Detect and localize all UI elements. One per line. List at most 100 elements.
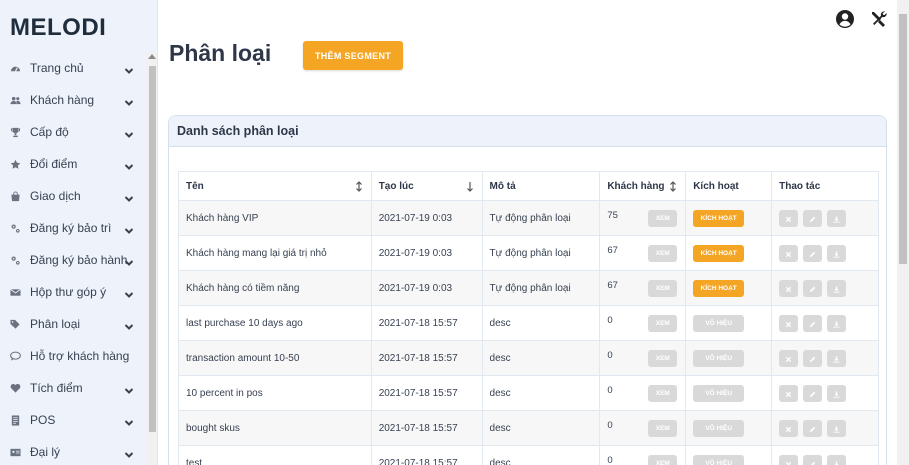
customer-count: 67 xyxy=(607,280,618,291)
activation-toggle-button[interactable]: VÔ HIỆU xyxy=(693,314,745,332)
description: Tự động phân loại xyxy=(481,235,601,271)
close-icon xyxy=(785,386,792,401)
comment-icon xyxy=(9,350,21,362)
activation-toggle-button[interactable]: VÔ HIỆU xyxy=(693,419,745,437)
tools-icon[interactable] xyxy=(869,9,889,29)
download-button[interactable] xyxy=(827,384,847,402)
actions-cell xyxy=(771,235,879,271)
delete-button[interactable] xyxy=(779,454,799,465)
close-icon xyxy=(785,351,792,366)
table-row: Khách hàng VIP 2021-07-19 0:03 Tự động phâ… xyxy=(178,200,879,236)
delete-button[interactable] xyxy=(779,314,799,332)
close-icon xyxy=(785,421,792,436)
sidebar-item-8[interactable]: Phân loại xyxy=(0,308,146,340)
page-scrollbar-thumb[interactable] xyxy=(899,14,907,264)
sidebar-item-3[interactable]: Đổi điểm xyxy=(0,148,146,180)
activation-toggle-button[interactable]: VÔ HIỆU xyxy=(693,454,745,465)
chevron-down-icon[interactable] xyxy=(124,191,134,202)
add-segment-button[interactable]: THÊM SEGMENT xyxy=(303,41,403,70)
view-button[interactable]: XEM xyxy=(648,350,678,367)
close-icon xyxy=(785,211,792,226)
download-button[interactable] xyxy=(827,349,847,367)
edit-button[interactable] xyxy=(803,244,823,262)
pencil-icon xyxy=(809,246,816,261)
chevron-down-icon[interactable] xyxy=(124,255,134,266)
activation-cell: VÔ HIỆU xyxy=(685,340,773,376)
column-header-created[interactable]: Tạo lúc xyxy=(370,171,483,201)
sidebar-item-10[interactable]: Tích điểm xyxy=(0,372,146,404)
sidebar-item-label: Đổi điểm xyxy=(30,157,78,171)
activation-toggle-button[interactable]: KÍCH HOẠT xyxy=(693,279,745,297)
view-button[interactable]: XEM xyxy=(648,245,678,262)
download-icon xyxy=(833,211,840,226)
description: desc xyxy=(481,375,601,411)
sidebar-scrollbar-thumb[interactable] xyxy=(149,66,156,432)
edit-button[interactable] xyxy=(803,209,823,227)
sidebar-scroll-up-arrow[interactable] xyxy=(148,54,156,59)
sidebar-item-4[interactable]: Giao dịch xyxy=(0,180,146,212)
view-button[interactable]: XEM xyxy=(648,420,678,437)
download-button[interactable] xyxy=(827,419,847,437)
download-button[interactable] xyxy=(827,244,847,262)
view-button[interactable]: XEM xyxy=(648,385,678,402)
view-button[interactable]: XEM xyxy=(648,315,678,332)
sidebar-item-1[interactable]: Khách hàng xyxy=(0,84,146,116)
edit-button[interactable] xyxy=(803,279,823,297)
download-button[interactable] xyxy=(827,209,847,227)
sidebar-item-11[interactable]: POS xyxy=(0,404,146,436)
sort-both-icon[interactable] xyxy=(355,181,363,192)
chevron-down-icon[interactable] xyxy=(124,415,134,426)
delete-button[interactable] xyxy=(779,209,799,227)
customer-count: 0 xyxy=(607,350,613,361)
sidebar-item-7[interactable]: Hộp thư góp ý xyxy=(0,276,146,308)
customers-cell: 0 XEM xyxy=(599,445,687,465)
delete-button[interactable] xyxy=(779,279,799,297)
edit-button[interactable] xyxy=(803,384,823,402)
view-button[interactable]: XEM xyxy=(648,455,678,465)
activation-cell: VÔ HIỆU xyxy=(685,305,773,341)
user-circle-icon[interactable] xyxy=(835,9,855,29)
edit-button[interactable] xyxy=(803,454,823,465)
delete-button[interactable] xyxy=(779,349,799,367)
view-button[interactable]: XEM xyxy=(648,210,678,227)
delete-button[interactable] xyxy=(779,384,799,402)
chevron-down-icon[interactable] xyxy=(124,63,134,74)
activation-toggle-button[interactable]: KÍCH HOẠT xyxy=(693,244,745,262)
download-button[interactable] xyxy=(827,314,847,332)
view-button[interactable]: XEM xyxy=(648,280,678,297)
pencil-icon xyxy=(809,316,816,331)
column-header-customers[interactable]: Khách hàng xyxy=(599,171,687,201)
sidebar-item-0[interactable]: Trang chủ xyxy=(0,52,146,84)
activation-toggle-button[interactable]: VÔ HIỆU xyxy=(693,384,745,402)
sort-desc-icon[interactable] xyxy=(466,181,474,192)
sidebar-item-12[interactable]: Đại lý xyxy=(0,436,146,465)
sort-both-icon[interactable] xyxy=(669,181,677,192)
activation-toggle-button[interactable]: VÔ HIỆU xyxy=(693,349,745,367)
edit-button[interactable] xyxy=(803,419,823,437)
chevron-down-icon[interactable] xyxy=(124,319,134,330)
delete-button[interactable] xyxy=(779,244,799,262)
edit-button[interactable] xyxy=(803,349,823,367)
table-row: 10 percent in pos 2021-07-18 15:57 desc 0 XE… xyxy=(178,375,879,411)
description: desc xyxy=(481,410,601,446)
column-header-name[interactable]: Tên xyxy=(178,171,372,201)
delete-button[interactable] xyxy=(779,419,799,437)
sidebar-item-6[interactable]: Đăng ký bảo hành xyxy=(0,244,146,276)
chevron-down-icon[interactable] xyxy=(124,447,134,458)
edit-button[interactable] xyxy=(803,314,823,332)
segment-name: Khách hàng có tiềm năng xyxy=(178,270,372,306)
download-button[interactable] xyxy=(827,454,847,465)
users-icon xyxy=(9,94,21,106)
chevron-down-icon[interactable] xyxy=(124,223,134,234)
chevron-down-icon[interactable] xyxy=(124,127,134,138)
sidebar-item-5[interactable]: Đăng ký bảo trì xyxy=(0,212,146,244)
sidebar-item-2[interactable]: Cấp độ xyxy=(0,116,146,148)
chevron-down-icon[interactable] xyxy=(124,383,134,394)
chevron-down-icon[interactable] xyxy=(124,95,134,106)
download-button[interactable] xyxy=(827,279,847,297)
chevron-down-icon[interactable] xyxy=(124,159,134,170)
sidebar-item-9[interactable]: Hỗ trợ khách hàng xyxy=(0,340,146,372)
chevron-down-icon[interactable] xyxy=(124,287,134,298)
segment-name: Khách hàng VIP xyxy=(178,200,372,236)
activation-toggle-button[interactable]: KÍCH HOẠT xyxy=(693,209,745,227)
